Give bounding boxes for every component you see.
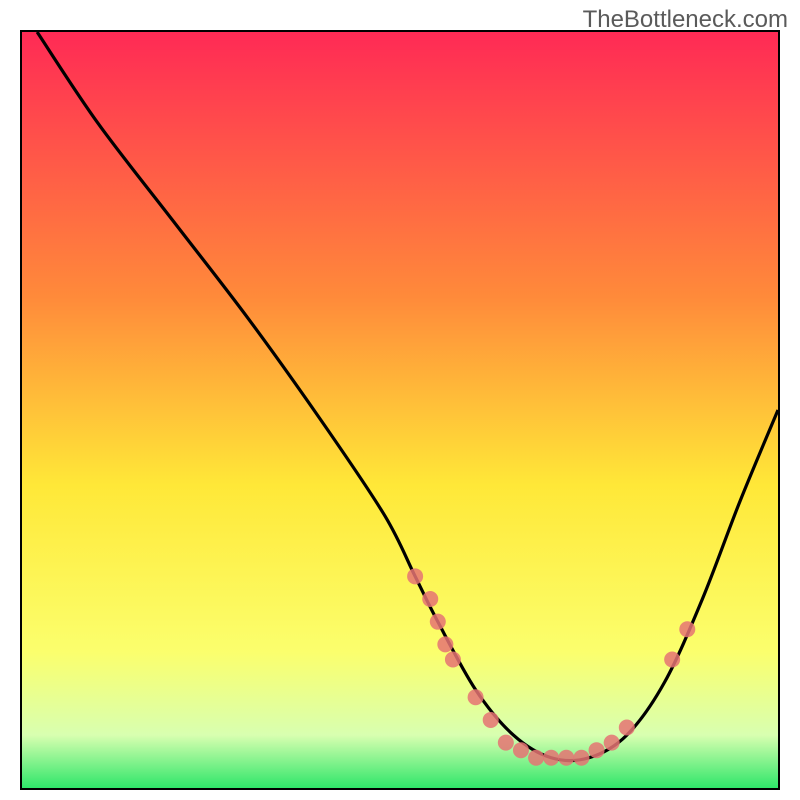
marker-point (543, 750, 559, 766)
marker-point (430, 614, 446, 630)
marker-point (573, 750, 589, 766)
marker-point (664, 651, 680, 667)
marker-point (437, 636, 453, 652)
chart-container: TheBottleneck.com (0, 0, 800, 800)
marker-point (445, 651, 461, 667)
plot-area (20, 30, 780, 790)
marker-point (513, 742, 529, 758)
marker-point (498, 735, 514, 751)
marker-point (483, 712, 499, 728)
curve-layer (22, 32, 778, 788)
marker-point (468, 689, 484, 705)
watermark-text: TheBottleneck.com (583, 6, 788, 34)
marker-point (679, 621, 695, 637)
marker-point (422, 591, 438, 607)
marker-point (589, 742, 605, 758)
bottleneck-curve (37, 32, 778, 761)
marker-point (558, 750, 574, 766)
marker-point (407, 568, 423, 584)
marker-point (619, 720, 635, 736)
marker-point (528, 750, 544, 766)
marker-point (604, 735, 620, 751)
sample-points (407, 568, 695, 765)
